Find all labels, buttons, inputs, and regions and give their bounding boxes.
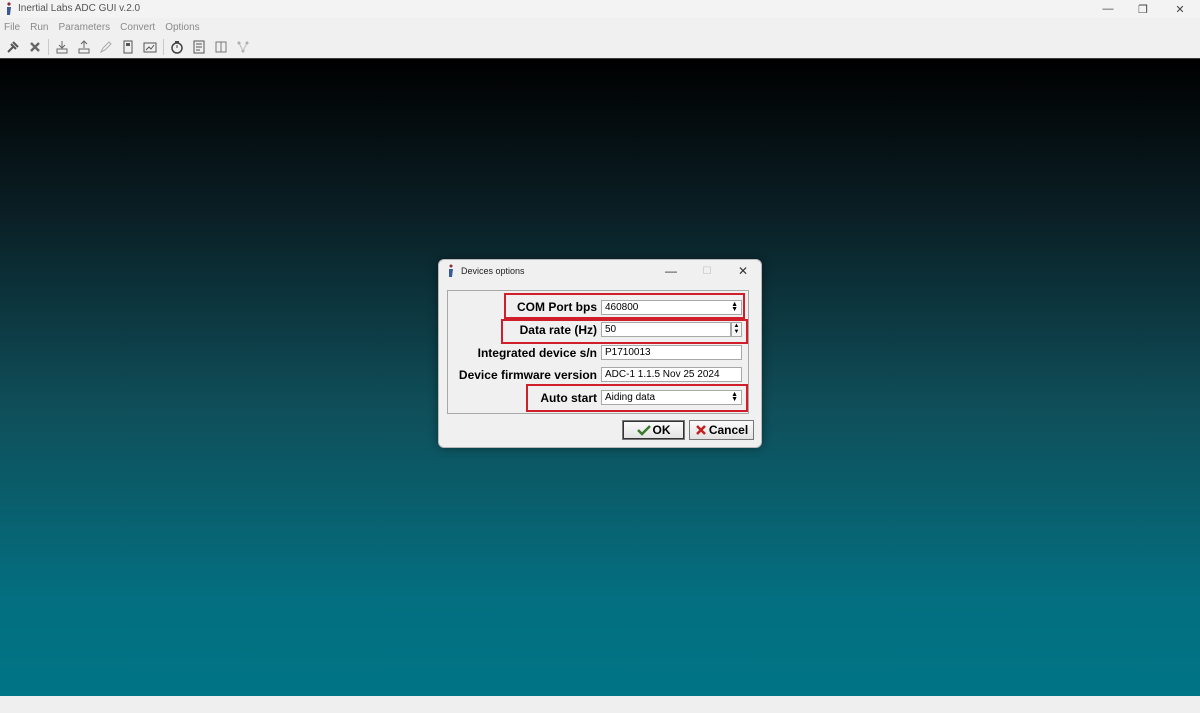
dialog-maximize-button: ☐ (702, 265, 712, 277)
window-title: Inertial Labs ADC GUI v.2.0 (18, 3, 141, 14)
menu-options[interactable]: Options (165, 22, 199, 33)
highlight-box (504, 293, 745, 319)
app-logo-icon (449, 264, 453, 277)
device-serial-field[interactable]: P1710013 (601, 345, 742, 360)
x-icon (695, 425, 706, 435)
toolbar-separator (163, 39, 164, 55)
devices-options-dialog: Devices options — ☐ ✕ COM Port bps 46080… (438, 259, 762, 448)
menu-file[interactable]: File (4, 22, 20, 33)
document-icon[interactable] (188, 37, 210, 57)
firmware-version-field[interactable]: ADC-1 1.1.5 Nov 25 2024 (601, 367, 742, 382)
device-serial-label: Integrated device s/n (477, 346, 597, 360)
edit-icon (95, 37, 117, 57)
dialog-close-button[interactable]: ✕ (725, 261, 761, 281)
network-icon (232, 37, 254, 57)
status-bar (0, 696, 1200, 713)
toolbar (0, 36, 1200, 58)
disconnect-icon[interactable] (24, 37, 46, 57)
layout-icon[interactable] (210, 37, 232, 57)
highlight-box (526, 384, 748, 412)
download-icon[interactable] (51, 37, 73, 57)
close-button[interactable]: ✕ (1160, 0, 1200, 18)
cancel-button[interactable]: Cancel (689, 420, 754, 440)
cancel-button-label: Cancel (708, 423, 749, 437)
menu-run[interactable]: Run (30, 22, 48, 33)
menu-bar: File Run Parameters Convert Options (0, 19, 1200, 36)
ok-button-label: OK (652, 423, 671, 437)
dialog-title: Devices options (461, 266, 525, 276)
save-icon[interactable] (117, 37, 139, 57)
toolbar-separator (48, 39, 49, 55)
minimize-button[interactable]: — (1088, 0, 1128, 18)
restore-button[interactable]: ❐ (1123, 0, 1163, 18)
dialog-minimize-button[interactable]: — (653, 261, 689, 281)
timer-icon[interactable] (166, 37, 188, 57)
upload-icon[interactable] (73, 37, 95, 57)
firmware-version-label: Device firmware version (458, 368, 597, 382)
image-icon[interactable] (139, 37, 161, 57)
title-bar: Inertial Labs ADC GUI v.2.0 — ❐ ✕ (0, 0, 1200, 18)
menu-parameters[interactable]: Parameters (58, 22, 110, 33)
ok-button[interactable]: OK (622, 420, 685, 440)
app-logo-icon (7, 2, 11, 15)
menu-convert[interactable]: Convert (120, 22, 155, 33)
checkmark-icon (636, 425, 651, 436)
connect-icon[interactable] (2, 37, 24, 57)
highlight-box (501, 319, 748, 344)
